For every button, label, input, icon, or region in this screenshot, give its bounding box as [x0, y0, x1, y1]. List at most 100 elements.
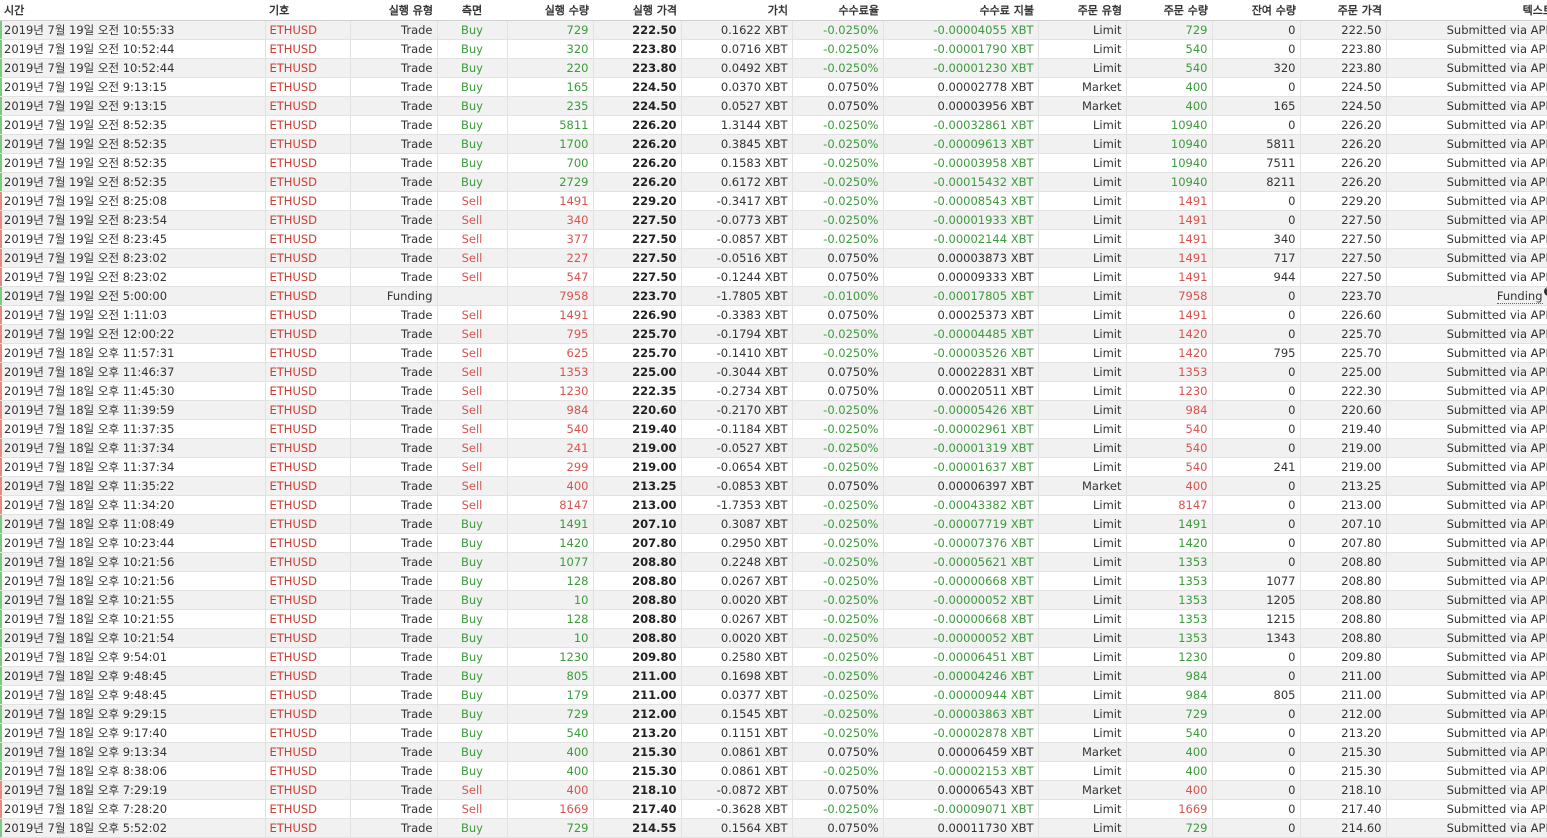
table-row[interactable]: 2019년 7월 18일 오후 11:45:30 ETHUSD Trade Sell 1… — [0, 381, 1547, 401]
table-row[interactable]: 2019년 7월 18일 오후 10:21:56 ETHUSD Trade Buy 12… — [0, 571, 1547, 591]
table-row[interactable]: 2019년 7월 18일 오후 9:17:40 ETHUSD Trade Buy 540… — [0, 723, 1547, 743]
cell-remaining-qty-value: 0 — [1288, 707, 1296, 721]
table-row[interactable]: 2019년 7월 18일 오후 11:39:59 ETHUSD Trade Sell 9… — [0, 400, 1547, 420]
col-header-exec-qty[interactable]: 실행 수량 — [507, 0, 593, 21]
cell-exec-qty: 179 — [507, 685, 594, 705]
cell-remaining-qty: 0 — [1212, 723, 1301, 743]
table-row[interactable]: 2019년 7월 19일 오전 10:55:33 ETHUSD Trade Buy 72… — [0, 20, 1547, 40]
cell-time-value: 2019년 7월 18일 오후 11:37:35 — [4, 422, 175, 436]
table-row[interactable]: 2019년 7월 19일 오전 8:52:35 ETHUSD Trade Buy 581… — [0, 115, 1547, 135]
cell-side-value: Sell — [461, 422, 483, 436]
cell-symbol: ETHUSD — [265, 419, 351, 439]
col-header-fee-rate[interactable]: 수수료율 — [792, 0, 883, 21]
col-header-exec-price[interactable]: 실행 가격 — [593, 0, 681, 21]
cell-fee-paid-value: -0.00001230 XBT — [933, 61, 1034, 75]
table-row[interactable]: 2019년 7월 18일 오후 11:35:22 ETHUSD Trade Sell 4… — [0, 476, 1547, 496]
cell-order-type-value: Limit — [1092, 346, 1122, 360]
table-row[interactable]: 2019년 7월 18일 오후 11:37:35 ETHUSD Trade Sell 5… — [0, 419, 1547, 439]
cell-value-value: 0.0377 XBT — [720, 688, 788, 702]
cell-order-type-value: Limit — [1092, 327, 1122, 341]
cell-text-value: Submitted via API. — [1446, 61, 1547, 75]
table-row[interactable]: 2019년 7월 18일 오후 10:21:55 ETHUSD Trade Buy 12… — [0, 609, 1547, 629]
help-icon[interactable]: ? — [1543, 287, 1547, 296]
table-row[interactable]: 2019년 7월 19일 오전 8:23:02 ETHUSD Trade Sell 22… — [0, 248, 1547, 268]
table-row[interactable]: 2019년 7월 18일 오후 11:34:20 ETHUSD Trade Sell 8… — [0, 495, 1547, 515]
cell-order-qty-value: 10940 — [1170, 156, 1208, 170]
table-row[interactable]: 2019년 7월 18일 오후 5:52:02 ETHUSD Trade Buy 729… — [0, 818, 1547, 838]
cell-time: 2019년 7월 18일 오후 9:48:45 — [0, 666, 266, 686]
col-header-order-qty[interactable]: 주문 수량 — [1126, 0, 1212, 21]
cell-time-value: 2019년 7월 18일 오후 9:13:34 — [4, 745, 168, 759]
col-header-order-type[interactable]: 주문 유형 — [1038, 0, 1126, 21]
cell-exec-type-value: Trade — [401, 346, 433, 360]
table-row[interactable]: 2019년 7월 19일 오전 9:13:15 ETHUSD Trade Buy 165… — [0, 77, 1547, 97]
table-row[interactable]: 2019년 7월 18일 오후 11:08:49 ETHUSD Trade Buy 14… — [0, 514, 1547, 534]
table-row[interactable]: 2019년 7월 19일 오전 10:52:44 ETHUSD Trade Buy 32… — [0, 39, 1547, 59]
table-row[interactable]: 2019년 7월 19일 오전 8:25:08 ETHUSD Trade Sell 14… — [0, 191, 1547, 211]
col-header-value[interactable]: 가치 — [681, 0, 792, 21]
table-row[interactable]: 2019년 7월 18일 오후 10:21:54 ETHUSD Trade Buy 10… — [0, 628, 1547, 648]
table-row[interactable]: 2019년 7월 18일 오후 7:29:19 ETHUSD Trade Sell 40… — [0, 780, 1547, 800]
cell-exec-qty-value: 1230 — [559, 650, 589, 664]
table-row[interactable]: 2019년 7월 19일 오전 8:23:02 ETHUSD Trade Sell 54… — [0, 267, 1547, 287]
col-header-text[interactable]: 텍스트 — [1386, 0, 1547, 21]
cell-remaining-qty-value: 0 — [1288, 650, 1296, 664]
col-header-side[interactable]: 측면 — [437, 0, 507, 21]
cell-exec-type: Trade — [350, 723, 438, 743]
table-row[interactable]: 2019년 7월 18일 오후 8:38:06 ETHUSD Trade Buy 400… — [0, 761, 1547, 781]
table-row[interactable]: 2019년 7월 18일 오후 10:21:55 ETHUSD Trade Buy 10… — [0, 590, 1547, 610]
cell-value: -0.0857 XBT — [681, 229, 793, 249]
cell-value: -0.2734 XBT — [681, 381, 793, 401]
table-row[interactable]: 2019년 7월 19일 오전 5:00:00 ETHUSD Funding 7958… — [0, 286, 1547, 306]
table-row[interactable]: 2019년 7월 18일 오후 11:37:34 ETHUSD Trade Sell 2… — [0, 457, 1547, 477]
cell-fee-paid: -0.00000052 XBT — [883, 628, 1039, 648]
table-row[interactable]: 2019년 7월 18일 오후 11:37:34 ETHUSD Trade Sell 2… — [0, 438, 1547, 458]
cell-text-value: Submitted via API. — [1446, 498, 1547, 512]
table-row[interactable]: 2019년 7월 19일 오전 1:11:03 ETHUSD Trade Sell 14… — [0, 305, 1547, 325]
table-row[interactable]: 2019년 7월 19일 오전 8:23:45 ETHUSD Trade Sell 37… — [0, 229, 1547, 249]
table-row[interactable]: 2019년 7월 18일 오후 10:21:56 ETHUSD Trade Buy 10… — [0, 552, 1547, 572]
table-row[interactable]: 2019년 7월 19일 오전 10:52:44 ETHUSD Trade Buy 22… — [0, 58, 1547, 78]
table-row[interactable]: 2019년 7월 18일 오후 9:29:15 ETHUSD Trade Buy 729… — [0, 704, 1547, 724]
table-row[interactable]: 2019년 7월 18일 오후 9:48:45 ETHUSD Trade Buy 179… — [0, 685, 1547, 705]
cell-side: Buy — [437, 514, 508, 534]
col-header-symbol[interactable]: 기호 — [265, 0, 350, 21]
cell-exec-type-value: Trade — [401, 365, 433, 379]
cell-exec-price-value: 225.00 — [632, 365, 677, 379]
table-row[interactable]: 2019년 7월 18일 오후 9:54:01 ETHUSD Trade Buy 123… — [0, 647, 1547, 667]
col-header-fee-paid[interactable]: 수수료 지불 — [883, 0, 1038, 21]
col-header-exec-type[interactable]: 실행 유형 — [350, 0, 437, 21]
cell-order-type-value: Limit — [1092, 821, 1122, 835]
table-row[interactable]: 2019년 7월 18일 오후 7:28:20 ETHUSD Trade Sell 16… — [0, 799, 1547, 819]
cell-fee-rate-value: -0.0250% — [823, 612, 879, 626]
cell-exec-type: Trade — [350, 685, 438, 705]
table-row[interactable]: 2019년 7월 19일 오전 8:52:35 ETHUSD Trade Buy 170… — [0, 134, 1547, 154]
table-row[interactable]: 2019년 7월 18일 오후 9:48:45 ETHUSD Trade Buy 805… — [0, 666, 1547, 686]
col-header-remaining-qty[interactable]: 잔여 수량 — [1212, 0, 1300, 21]
table-row[interactable]: 2019년 7월 18일 오후 10:23:44 ETHUSD Trade Buy 14… — [0, 533, 1547, 553]
cell-remaining-qty-value: 1215 — [1266, 612, 1296, 626]
cell-exec-price: 208.80 — [593, 628, 682, 648]
cell-side-value: Sell — [461, 498, 483, 512]
cell-order-type: Limit — [1038, 210, 1127, 230]
table-row[interactable]: 2019년 7월 19일 오전 9:13:15 ETHUSD Trade Buy 235… — [0, 96, 1547, 116]
table-row[interactable]: 2019년 7월 19일 오전 8:52:35 ETHUSD Trade Buy 272… — [0, 172, 1547, 192]
cell-exec-qty-value: 227 — [566, 251, 589, 265]
cell-order-price: 212.00 — [1300, 704, 1387, 724]
table-row[interactable]: 2019년 7월 19일 오전 12:00:22 ETHUSD Trade Sell 7… — [0, 324, 1547, 344]
col-header-time[interactable]: 시간 — [0, 0, 265, 21]
col-header-order-price[interactable]: 주문 가격 — [1300, 0, 1386, 21]
table-row[interactable]: 2019년 7월 18일 오후 11:57:31 ETHUSD Trade Sell 6… — [0, 343, 1547, 363]
cell-text: Submitted via API. — [1386, 761, 1547, 781]
table-row[interactable]: 2019년 7월 18일 오후 11:46:37 ETHUSD Trade Sell 1… — [0, 362, 1547, 382]
cell-exec-price-value: 227.50 — [632, 213, 677, 227]
table-row[interactable]: 2019년 7월 19일 오전 8:23:54 ETHUSD Trade Sell 34… — [0, 210, 1547, 230]
cell-order-qty-value: 984 — [1185, 669, 1208, 683]
cell-exec-qty-value: 320 — [566, 42, 589, 56]
cell-order-price-value: 227.50 — [1341, 232, 1382, 246]
table-row[interactable]: 2019년 7월 19일 오전 8:52:35 ETHUSD Trade Buy 700… — [0, 153, 1547, 173]
table-row[interactable]: 2019년 7월 18일 오후 9:13:34 ETHUSD Trade Buy 400… — [0, 742, 1547, 762]
cell-order-price-value: 211.00 — [1341, 688, 1382, 702]
cell-order-type: Limit — [1038, 191, 1127, 211]
cell-value-value: 0.3845 XBT — [720, 137, 788, 151]
